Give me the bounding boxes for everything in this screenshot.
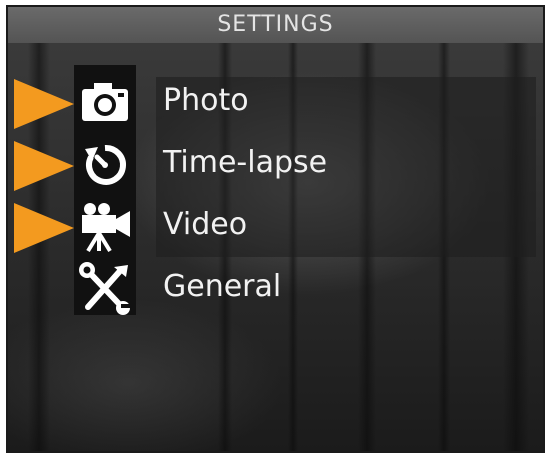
tools-icon: [74, 259, 136, 317]
video-camera-icon: [74, 197, 136, 255]
menu-item-time-lapse[interactable]: Time-lapse: [8, 133, 543, 195]
menu-item-label: General: [163, 269, 282, 304]
selection-arrow-icon: [14, 141, 74, 191]
settings-screen: SETTINGS Photo Time-lapse Video General: [6, 5, 545, 453]
menu-item-video[interactable]: Video: [8, 195, 543, 257]
menu-item-label: Time-lapse: [163, 145, 328, 180]
header-bar: SETTINGS: [8, 7, 543, 43]
timer-icon: [74, 135, 136, 193]
selection-arrow-icon: [14, 79, 74, 129]
menu-item-general[interactable]: General: [8, 257, 543, 319]
selection-arrow-icon: [14, 203, 74, 253]
menu-item-label: Video: [163, 207, 248, 242]
menu-item-label: Photo: [163, 83, 249, 118]
page-title: SETTINGS: [217, 12, 334, 37]
camera-icon: [74, 73, 136, 131]
menu-item-photo[interactable]: Photo: [8, 71, 543, 133]
